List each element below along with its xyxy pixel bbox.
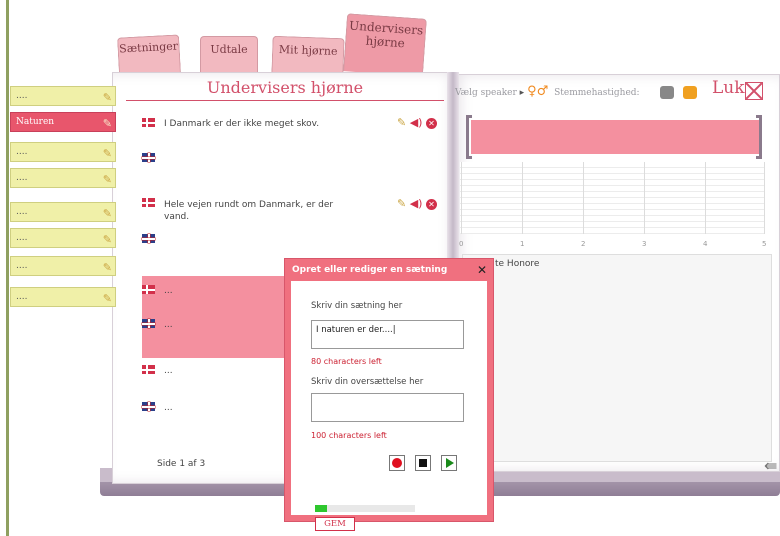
- close-icon[interactable]: [745, 82, 763, 100]
- info-text: te Honore: [495, 259, 540, 269]
- axis-tick: 3: [642, 240, 647, 248]
- english-flag-icon: [142, 319, 155, 328]
- choose-speaker-label[interactable]: Vælg speaker: [455, 88, 517, 98]
- sidebar-item[interactable]: .... ✎: [10, 228, 116, 248]
- sentence-actions: ✎ ◀) ✕: [397, 116, 437, 129]
- translation-input[interactable]: [311, 393, 464, 422]
- close-icon[interactable]: ✕: [477, 264, 487, 276]
- danish-flag-icon: [142, 365, 155, 374]
- english-flag-icon: [142, 402, 155, 411]
- female-speaker-icon[interactable]: ♀: [527, 84, 537, 99]
- sentence-danish[interactable]: ...: [164, 285, 173, 297]
- axis-tick: 4: [703, 240, 708, 248]
- dialog-header: Opret eller rediger en sætning ✕: [285, 259, 493, 281]
- dialog-title: Opret eller rediger en sætning: [292, 265, 448, 275]
- delete-icon[interactable]: ✕: [425, 117, 437, 129]
- stop-button[interactable]: [415, 455, 431, 471]
- waveform-bracket-right: [756, 115, 762, 159]
- edit-pencil-icon[interactable]: ✎: [397, 197, 406, 210]
- translation-label: Skriv din oversættelse her: [311, 377, 424, 387]
- sidebar-item[interactable]: .... ✎: [10, 142, 116, 162]
- delete-icon[interactable]: ✕: [425, 198, 437, 210]
- dialog-body: Skriv din sætning her I naturen er der..…: [291, 281, 487, 531]
- record-button[interactable]: [389, 455, 405, 471]
- save-button[interactable]: GEM: [315, 517, 355, 531]
- title-underline: [126, 100, 444, 101]
- close-label[interactable]: Luk: [712, 78, 745, 98]
- rabbit-icon[interactable]: [683, 86, 698, 99]
- axis-tick: 5: [762, 240, 767, 248]
- english-flag-icon: [142, 234, 155, 243]
- page-indicator: Side 1 af 3: [157, 459, 206, 469]
- sentence-english[interactable]: ...: [164, 319, 173, 331]
- sentence-danish[interactable]: ...: [164, 365, 173, 377]
- recording-progress-fill: [315, 505, 327, 512]
- grid-line: [705, 162, 706, 234]
- play-button[interactable]: [441, 455, 457, 471]
- pencil-icon[interactable]: ✎: [103, 231, 112, 249]
- male-speaker-icon[interactable]: ♂: [537, 84, 549, 99]
- tab-saetninger[interactable]: Sætninger: [117, 34, 181, 76]
- sidebar-item[interactable]: .... ✎: [10, 256, 116, 276]
- axis-tick: 1: [520, 240, 525, 248]
- waveform-bar: [471, 120, 759, 154]
- translation-chars-left: 100 characters left: [311, 431, 387, 440]
- sidebar-item[interactable]: .... ✎: [10, 287, 116, 307]
- sentence-danish[interactable]: Hele vejen rundt om Danmark, er der vand…: [164, 199, 344, 223]
- sidebar-item[interactable]: .... ✎: [10, 168, 116, 188]
- grid-line: [461, 162, 462, 234]
- edit-sentence-dialog: Opret eller rediger en sætning ✕ Skriv d…: [284, 258, 494, 531]
- sidebar-item[interactable]: .... ✎: [10, 86, 116, 106]
- audio-grid: [460, 162, 765, 234]
- pencil-icon[interactable]: ✎: [103, 115, 112, 133]
- pencil-icon[interactable]: ✎: [103, 171, 112, 189]
- axis-tick: 2: [581, 240, 586, 248]
- danish-flag-icon: [142, 198, 155, 207]
- axis-tick: 0: [459, 240, 464, 248]
- speaker-icon[interactable]: ◀): [410, 116, 423, 129]
- recording-progress-bar: [315, 505, 415, 512]
- turtle-icon[interactable]: [660, 86, 675, 99]
- tab-udtale[interactable]: Udtale: [200, 36, 258, 74]
- grid-line: [644, 162, 645, 234]
- sentence-input[interactable]: I naturen er der....|: [311, 320, 464, 349]
- sentence-chars-left: 80 characters left: [311, 357, 382, 366]
- danish-flag-icon: [142, 118, 155, 127]
- sentence-label: Skriv din sætning her: [311, 301, 403, 311]
- sidebar-item-naturen[interactable]: Naturen ✎: [10, 112, 116, 132]
- page-title: Undervisers hjørne: [206, 78, 364, 97]
- sentence-english[interactable]: ...: [164, 402, 173, 414]
- pencil-icon[interactable]: ✎: [103, 205, 112, 223]
- grid-line: [764, 162, 765, 234]
- sentence-actions: ✎ ◀) ✕: [397, 197, 437, 210]
- speaker-icon[interactable]: ◀): [410, 197, 423, 210]
- pencil-icon[interactable]: ✎: [103, 259, 112, 277]
- voice-speed-label: Stemmehastighed:: [554, 88, 640, 98]
- pencil-icon[interactable]: ✎: [103, 89, 112, 107]
- info-panel: te Honore: [462, 254, 772, 462]
- grid-line: [522, 162, 523, 234]
- page-back-arrow-icon[interactable]: ⇚: [764, 456, 777, 475]
- sentence-danish[interactable]: I Danmark er der ikke meget skov.: [164, 118, 384, 130]
- tab-undervisers-hjoerne[interactable]: Undervisers hjørne: [343, 13, 427, 77]
- english-flag-icon: [142, 153, 155, 162]
- sidebar-item[interactable]: .... ✎: [10, 202, 116, 222]
- pencil-icon[interactable]: ✎: [103, 290, 112, 308]
- left-edge-line: [6, 0, 9, 536]
- grid-line: [583, 162, 584, 234]
- play-arrow-icon[interactable]: ▸: [517, 88, 525, 98]
- speaker-toolbar: Vælg speaker ▸ ♀♂ Stemmehastighed:: [455, 84, 698, 99]
- tab-mit-hjoerne[interactable]: Mit hjørne: [271, 35, 345, 76]
- edit-pencil-icon[interactable]: ✎: [397, 116, 406, 129]
- pencil-icon[interactable]: ✎: [103, 145, 112, 163]
- danish-flag-icon: [142, 285, 155, 294]
